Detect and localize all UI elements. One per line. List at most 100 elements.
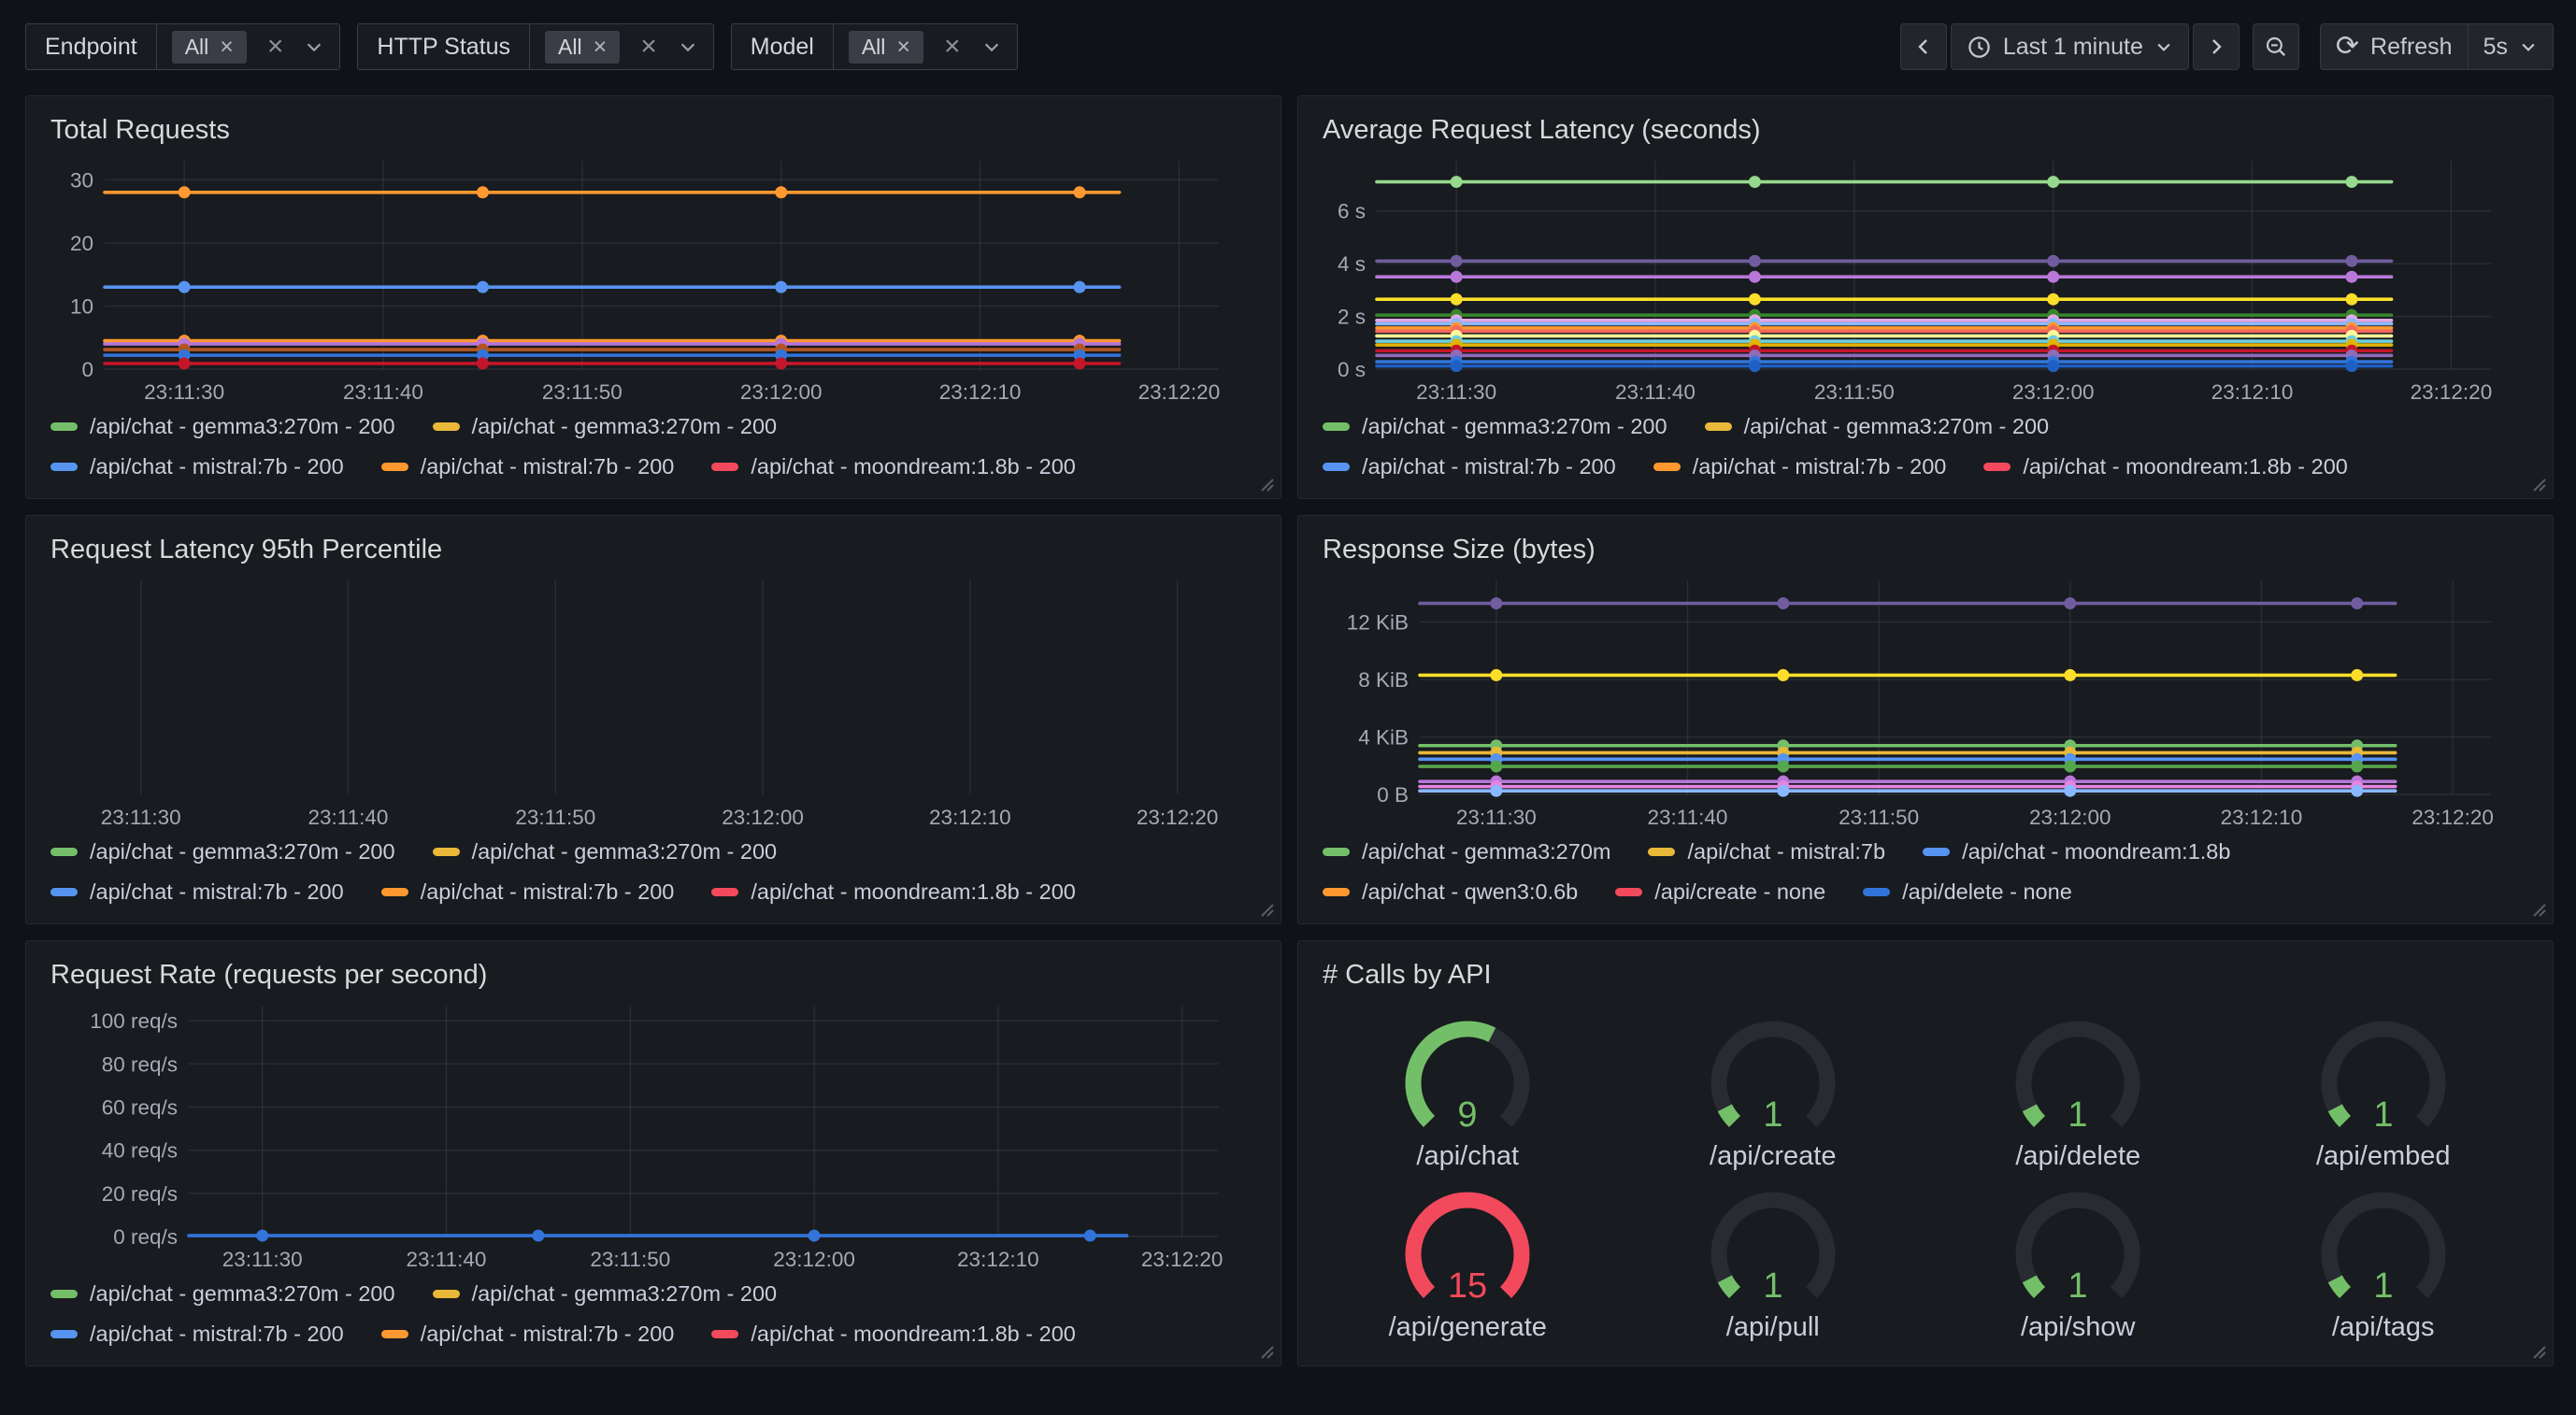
panel-resize-handle[interactable] bbox=[1259, 1344, 1276, 1361]
clear-filter-icon[interactable]: × bbox=[264, 33, 288, 61]
chevron-right-icon bbox=[2205, 36, 2227, 58]
chart-canvas-response-size[interactable]: 0 B4 KiB8 KiB12 KiB23:11:3023:11:4023:11… bbox=[1315, 569, 2536, 832]
chevron-down-icon[interactable] bbox=[678, 36, 698, 57]
legend-series-label: /api/chat - moondream:1.8b - 200 bbox=[751, 454, 1075, 479]
gauge-arc: 1 bbox=[2003, 1191, 2153, 1310]
panel-resize-handle[interactable] bbox=[1259, 477, 1276, 493]
legend-item[interactable]: /api/chat - moondream:1.8b - 200 bbox=[711, 879, 1075, 905]
remove-value-icon[interactable]: × bbox=[594, 36, 608, 59]
panel-response-size: Response Size (bytes) 0 B4 KiB8 KiB12 Ki… bbox=[1297, 515, 2554, 924]
refresh-label: Refresh bbox=[2370, 34, 2453, 61]
svg-text:23:12:20: 23:12:20 bbox=[1138, 380, 1221, 404]
filter-model-value[interactable]: All × × bbox=[834, 24, 1017, 69]
legend-series-color-chip bbox=[433, 848, 460, 856]
gauge-api-delete: 1/api/delete bbox=[1925, 1006, 2231, 1178]
legend-series-label: /api/chat - gemma3:270m - 200 bbox=[1362, 414, 1667, 439]
legend-series-label: /api/chat - mistral:7b - 200 bbox=[90, 1322, 344, 1347]
legend-item[interactable]: /api/chat - mistral:7b - 200 bbox=[381, 454, 675, 479]
legend-item[interactable]: /api/chat - mistral:7b - 200 bbox=[50, 454, 344, 479]
gauge-value: 1 bbox=[2373, 1095, 2393, 1135]
legend-series-label: /api/chat - mistral:7b - 200 bbox=[1362, 454, 1616, 479]
legend-item[interactable]: /api/create - none bbox=[1615, 879, 1825, 905]
refresh-interval-button[interactable]: 5s bbox=[2469, 24, 2553, 69]
legend-item[interactable]: /api/chat - gemma3:270m - 200 bbox=[50, 1281, 395, 1307]
panel-title[interactable]: Response Size (bytes) bbox=[1315, 525, 2536, 569]
legend-item[interactable]: /api/chat - mistral:7b - 200 bbox=[381, 1322, 675, 1347]
svg-text:23:11:30: 23:11:30 bbox=[144, 380, 224, 404]
legend-item[interactable]: /api/delete - none bbox=[1863, 879, 2072, 905]
remove-value-icon[interactable]: × bbox=[896, 36, 910, 59]
filter-endpoint-value[interactable]: All × × bbox=[157, 24, 340, 69]
legend-item[interactable]: /api/chat - gemma3:270m - 200 bbox=[50, 414, 395, 439]
legend-item[interactable]: /api/chat - gemma3:270m - 200 bbox=[50, 839, 395, 865]
svg-text:23:11:50: 23:11:50 bbox=[590, 1248, 670, 1271]
time-shift-forward-button[interactable] bbox=[2193, 23, 2240, 70]
svg-text:20 req/s: 20 req/s bbox=[102, 1182, 178, 1206]
chart-canvas-total-requests[interactable]: 010203023:11:3023:11:4023:11:5023:12:002… bbox=[43, 150, 1264, 407]
legend-item[interactable]: /api/chat - gemma3:270m - 200 bbox=[433, 839, 778, 865]
svg-text:0 B: 0 B bbox=[1377, 783, 1409, 807]
legend-series-label: /api/chat - gemma3:270m - 200 bbox=[472, 1281, 778, 1307]
panel-resize-handle[interactable] bbox=[2531, 902, 2548, 919]
legend-item[interactable]: /api/chat - qwen3:0.6b bbox=[1323, 879, 1578, 905]
gauge-arc: 15 bbox=[1393, 1191, 1542, 1310]
legend-item[interactable]: /api/chat - mistral:7b - 200 bbox=[1323, 454, 1616, 479]
legend-item[interactable]: /api/chat - gemma3:270m - 200 bbox=[1323, 414, 1667, 439]
clear-filter-icon[interactable]: × bbox=[940, 33, 965, 61]
legend-item[interactable]: /api/chat - mistral:7b bbox=[1648, 839, 1885, 865]
filter-endpoint-selected-pill[interactable]: All × bbox=[172, 31, 247, 64]
legend-item[interactable]: /api/chat - gemma3:270m bbox=[1323, 839, 1610, 865]
panel-title[interactable]: # Calls by API bbox=[1315, 950, 2536, 994]
panel-resize-handle[interactable] bbox=[1259, 902, 1276, 919]
svg-text:23:11:50: 23:11:50 bbox=[515, 806, 595, 829]
legend-item[interactable]: /api/chat - moondream:1.8b - 200 bbox=[1983, 454, 2347, 479]
panel-title[interactable]: Total Requests bbox=[43, 106, 1264, 150]
legend-series-label: /api/chat - mistral:7b - 200 bbox=[1693, 454, 1947, 479]
legend-item[interactable]: /api/chat - mistral:7b - 200 bbox=[50, 879, 344, 905]
legend-item[interactable]: /api/chat - moondream:1.8b - 200 bbox=[711, 1322, 1075, 1347]
gauge-api-create: 1/api/create bbox=[1621, 1006, 1926, 1178]
legend-series-color-chip bbox=[50, 1290, 78, 1298]
legend-item[interactable]: /api/chat - gemma3:270m - 200 bbox=[1705, 414, 2050, 439]
legend-item[interactable]: /api/chat - moondream:1.8b - 200 bbox=[711, 454, 1075, 479]
filter-selected-text: All bbox=[558, 35, 582, 60]
legend-item[interactable]: /api/chat - mistral:7b - 200 bbox=[381, 879, 675, 905]
filter-model[interactable]: Model All × × bbox=[731, 23, 1018, 70]
legend-item[interactable]: /api/chat - mistral:7b - 200 bbox=[50, 1322, 344, 1347]
clear-filter-icon[interactable]: × bbox=[637, 33, 661, 61]
panel-title[interactable]: Request Rate (requests per second) bbox=[43, 950, 1264, 994]
remove-value-icon[interactable]: × bbox=[220, 36, 234, 59]
panel-title[interactable]: Average Request Latency (seconds) bbox=[1315, 106, 2536, 150]
svg-text:23:12:00: 23:12:00 bbox=[740, 380, 823, 404]
time-shift-back-button[interactable] bbox=[1900, 23, 1947, 70]
legend-item[interactable]: /api/chat - gemma3:270m - 200 bbox=[433, 1281, 778, 1307]
filter-http-status-selected-pill[interactable]: All × bbox=[545, 31, 620, 64]
chevron-down-icon[interactable] bbox=[304, 36, 324, 57]
refresh-button[interactable]: ⟳ Refresh bbox=[2321, 24, 2468, 69]
chart-canvas-average-latency[interactable]: 0 s2 s4 s6 s23:11:3023:11:4023:11:5023:1… bbox=[1315, 150, 2536, 407]
panel-title[interactable]: Request Latency 95th Percentile bbox=[43, 525, 1264, 569]
svg-text:10: 10 bbox=[70, 294, 93, 318]
legend-item[interactable]: /api/chat - mistral:7b - 200 bbox=[1653, 454, 1947, 479]
filter-model-selected-pill[interactable]: All × bbox=[849, 31, 923, 64]
magnifier-minus-icon bbox=[2264, 35, 2288, 59]
filter-http-status[interactable]: HTTP Status All × × bbox=[357, 23, 713, 70]
panel-resize-handle[interactable] bbox=[2531, 477, 2548, 493]
legend-row: /api/chat - gemma3:270m/api/chat - mistr… bbox=[1323, 839, 2528, 865]
panel-resize-handle[interactable] bbox=[2531, 1344, 2548, 1361]
svg-text:8 KiB: 8 KiB bbox=[1358, 668, 1409, 692]
legend-series-label: /api/chat - moondream:1.8b - 200 bbox=[2023, 454, 2347, 479]
legend-item[interactable]: /api/chat - gemma3:270m - 200 bbox=[433, 414, 778, 439]
legend-item[interactable]: /api/chat - moondream:1.8b bbox=[1923, 839, 2230, 865]
time-zoom-out-button[interactable] bbox=[2253, 23, 2299, 70]
gauge-api-show: 1/api/show bbox=[1925, 1178, 2231, 1350]
filter-endpoint[interactable]: Endpoint All × × bbox=[25, 23, 340, 70]
chart-canvas-latency-p95[interactable]: 23:11:3023:11:4023:11:5023:12:0023:12:10… bbox=[43, 569, 1264, 832]
chevron-down-icon[interactable] bbox=[981, 36, 1002, 57]
chart-canvas-request-rate[interactable]: 0 req/s20 req/s40 req/s60 req/s80 req/s1… bbox=[43, 994, 1264, 1274]
filter-http-status-value[interactable]: All × × bbox=[530, 24, 713, 69]
time-range-picker-button[interactable]: Last 1 minute bbox=[1951, 23, 2189, 70]
legend-series-label: /api/chat - mistral:7b - 200 bbox=[421, 879, 675, 905]
legend-row: /api/chat - mistral:7b - 200/api/chat - … bbox=[50, 879, 1256, 905]
chevron-left-icon bbox=[1912, 36, 1935, 58]
